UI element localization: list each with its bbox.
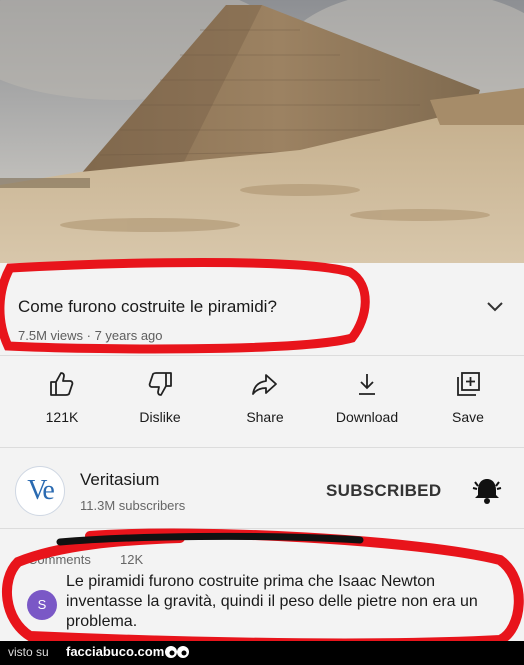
comments-count: 12K xyxy=(120,552,144,567)
save-button[interactable]: Save xyxy=(423,367,513,437)
comments-header: Comments xyxy=(28,552,91,567)
dislike-button[interactable]: Dislike xyxy=(115,367,205,437)
video-meta: 7.5M views · 7 years ago xyxy=(18,328,163,343)
chevron-down-icon[interactable] xyxy=(484,298,506,316)
channel-row: Ve Veritasium 11.3M subscribers SUBSCRIB… xyxy=(0,455,524,525)
watermark-site[interactable]: facciabuco.com xyxy=(66,644,164,659)
share-icon xyxy=(252,374,277,395)
watermark-bar: visto su facciabuco.com xyxy=(0,641,524,665)
download-icon xyxy=(359,374,375,395)
top-comment-text: Le piramidi furono costruite prima che I… xyxy=(66,573,478,630)
comments-section[interactable]: Comments 12K S Le piramidi furono costru… xyxy=(0,528,524,641)
video-title[interactable]: Come furono costruite le piramidi? xyxy=(18,297,277,317)
download-button[interactable]: Download xyxy=(322,367,412,437)
video-player[interactable] xyxy=(0,0,524,263)
notification-bell-icon[interactable] xyxy=(470,473,504,507)
save-label: Save xyxy=(452,409,484,425)
subscribed-button[interactable]: SUBSCRIBED xyxy=(326,481,441,501)
divider xyxy=(0,355,524,356)
channel-name[interactable]: Veritasium xyxy=(80,470,159,490)
watermark-visto: visto su xyxy=(8,645,49,659)
channel-avatar[interactable]: Ve xyxy=(15,466,65,516)
thumbs-down-icon xyxy=(148,372,172,396)
channel-avatar-logo: Ve xyxy=(27,475,55,506)
download-label: Download xyxy=(335,409,399,425)
eyes-logo-icon xyxy=(165,646,189,658)
like-count: 121K xyxy=(45,409,79,425)
subscriber-count: 11.3M subscribers xyxy=(80,498,186,513)
pyramid-image xyxy=(0,0,524,263)
commenter-avatar: S xyxy=(27,590,57,620)
like-button[interactable]: 121K xyxy=(17,367,107,437)
dislike-label: Dislike xyxy=(139,409,181,425)
action-bar: 121K Dislike Share Download Save xyxy=(0,367,524,437)
share-button[interactable]: Share xyxy=(220,367,310,437)
thumbs-up-icon xyxy=(50,372,74,396)
divider xyxy=(0,447,524,448)
save-icon xyxy=(457,372,480,396)
share-label: Share xyxy=(246,409,284,425)
